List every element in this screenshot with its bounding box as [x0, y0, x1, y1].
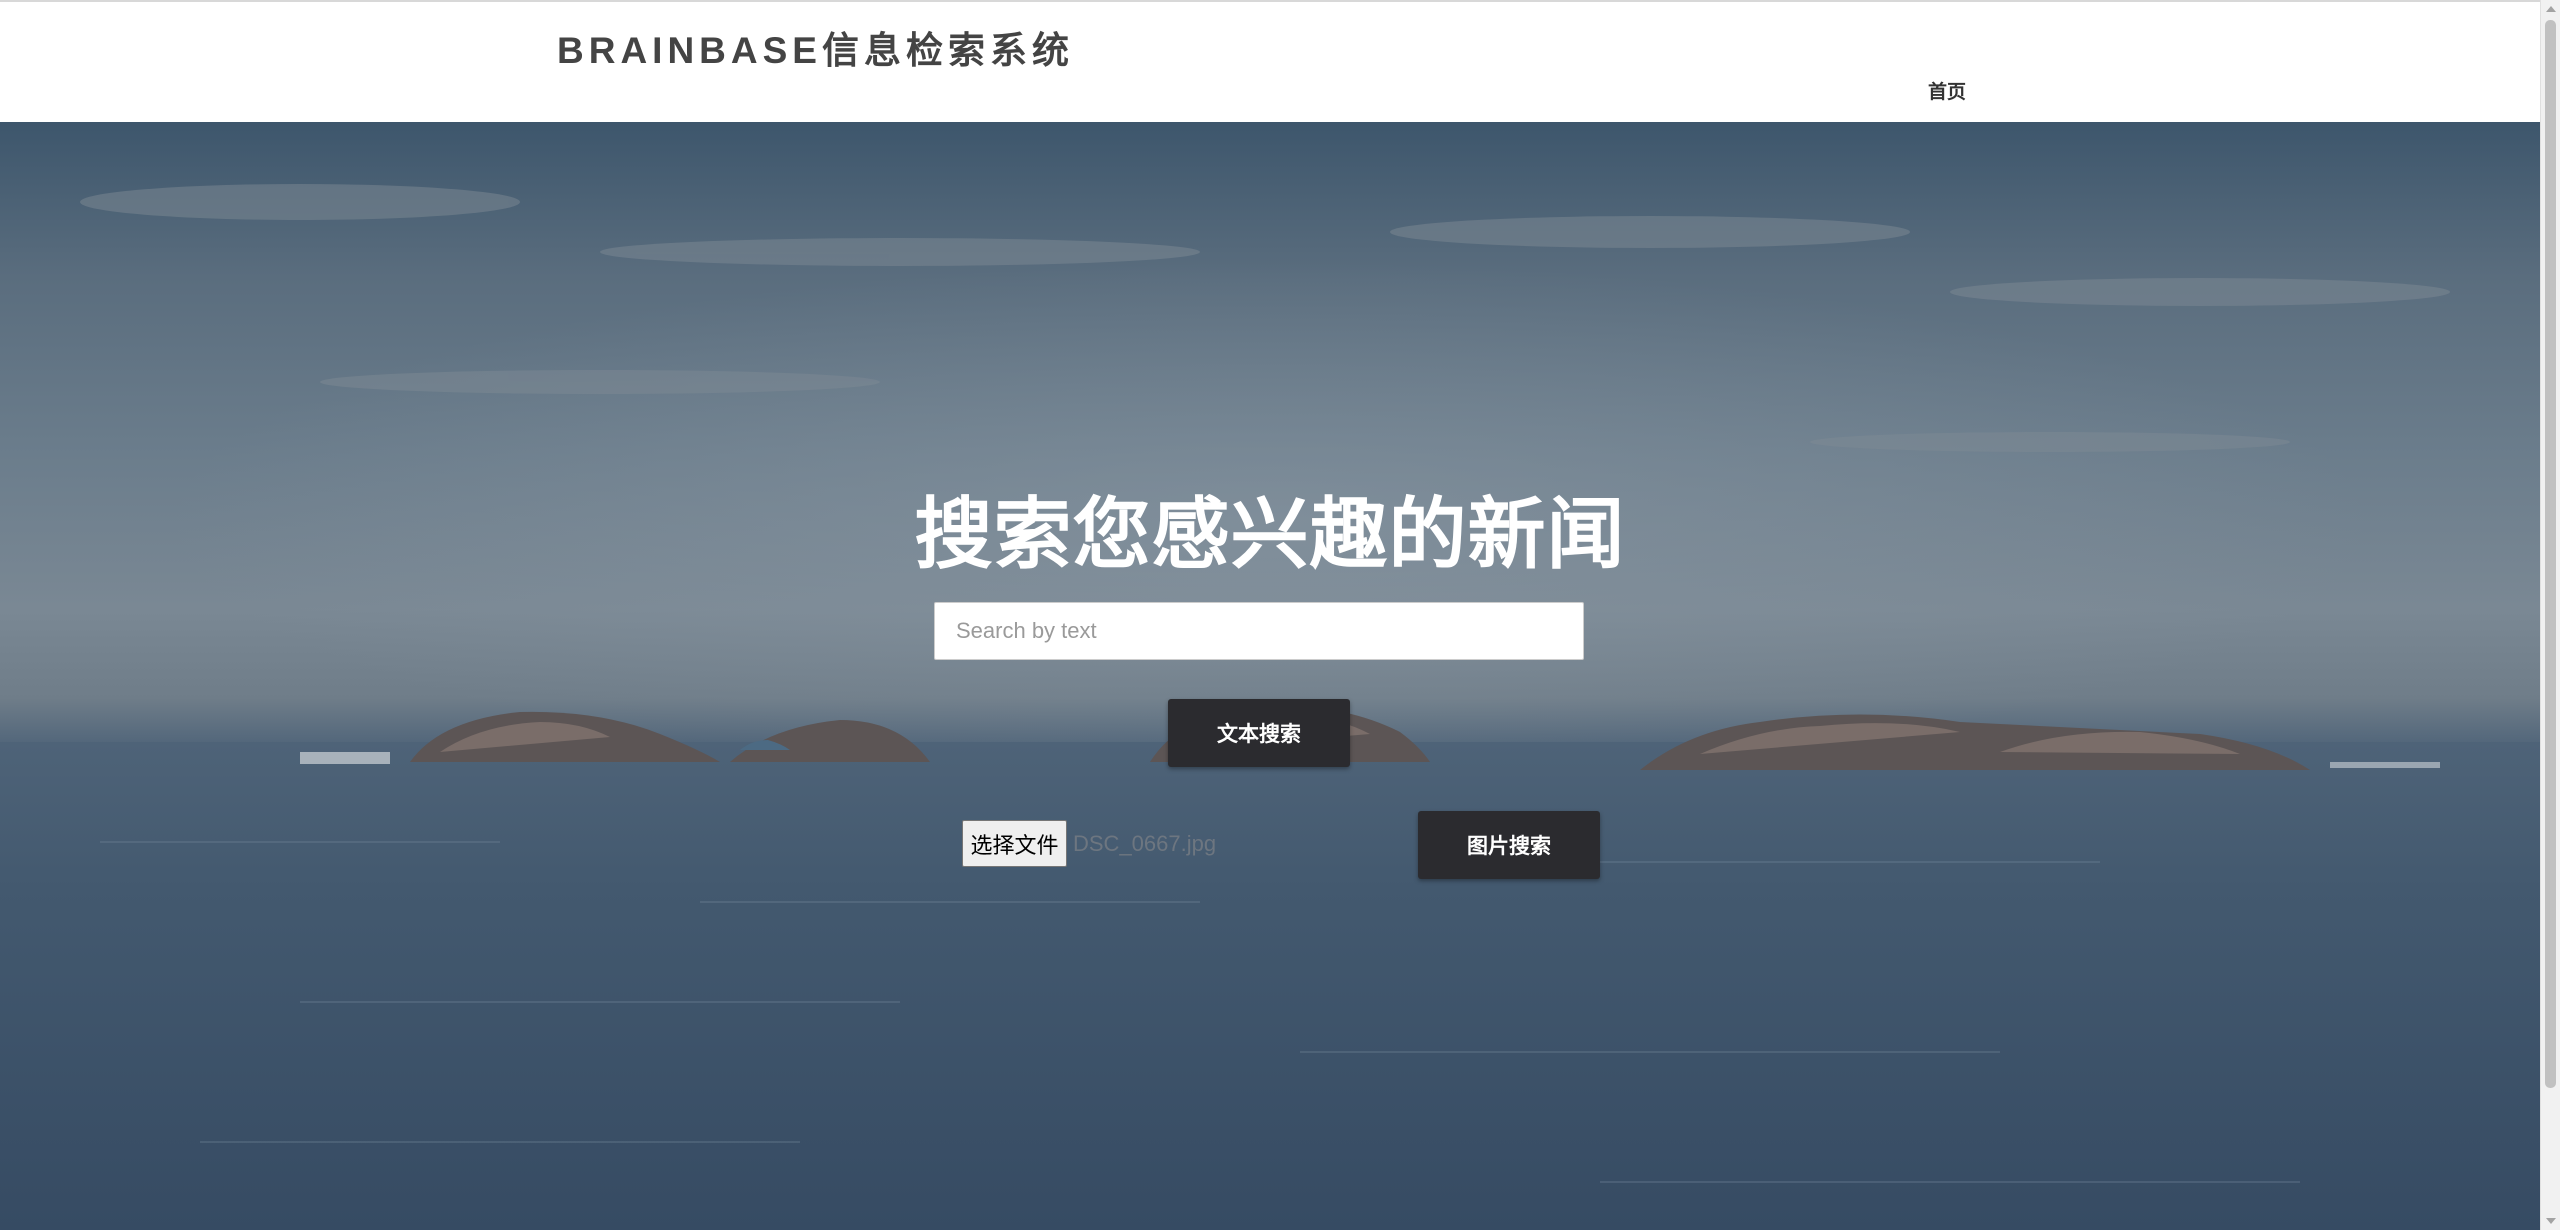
scroll-down-arrow-icon[interactable]	[2546, 1218, 2556, 1224]
selected-file-name: DSC_0667.jpg	[1073, 831, 1217, 856]
vertical-scrollbar[interactable]	[2540, 0, 2560, 1230]
text-search-button[interactable]: 文本搜索	[1168, 699, 1350, 767]
hero-title: 搜索您感兴趣的新闻	[914, 490, 1626, 578]
image-search-button[interactable]: 图片搜索	[1418, 811, 1600, 879]
scroll-up-arrow-icon[interactable]	[2546, 6, 2556, 12]
search-input[interactable]	[934, 602, 1584, 660]
nav-link-home[interactable]: 首页	[1928, 77, 1966, 104]
top-navbar: BRAINBASE信息检索系统 首页	[0, 0, 2540, 122]
hero-section: 搜索您感兴趣的新闻 SEARCH FOR INTERESTING NEWS	[0, 122, 2540, 1230]
site-brand[interactable]: BRAINBASE信息检索系统	[557, 20, 1074, 74]
hero-background-image	[0, 184, 2540, 1230]
scrollbar-thumb[interactable]	[2545, 20, 2556, 1088]
choose-file-button[interactable]: 选择文件	[962, 820, 1067, 867]
